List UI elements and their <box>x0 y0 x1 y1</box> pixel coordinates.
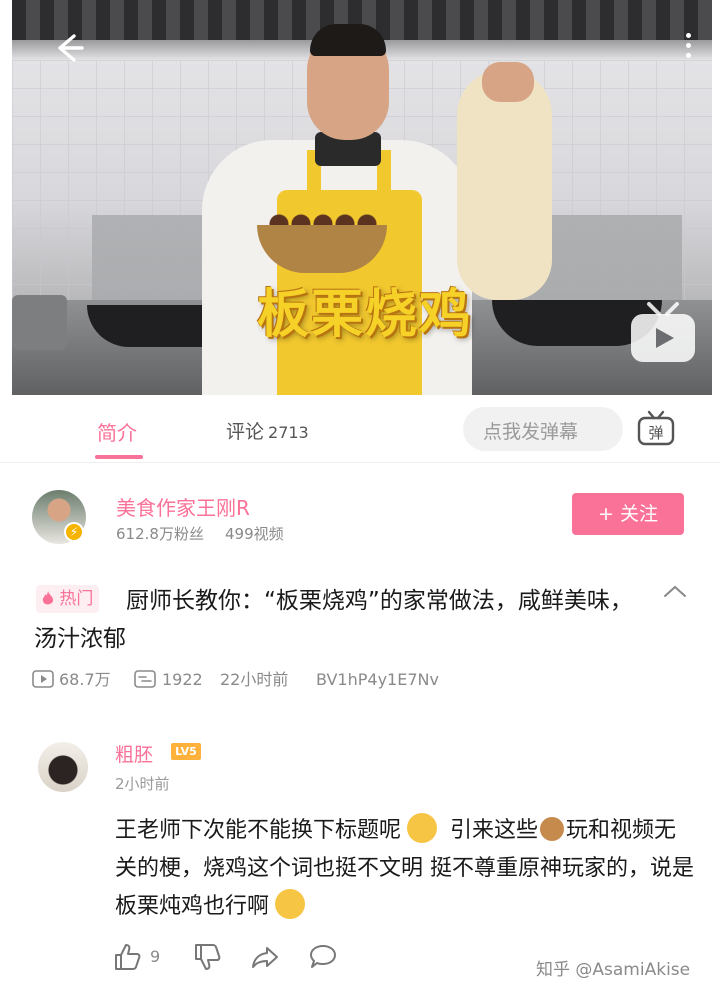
reply-bubble-icon[interactable] <box>308 942 338 972</box>
commenter-avatar[interactable] <box>38 742 88 792</box>
danmaku-count: 1922 <box>162 670 203 689</box>
follow-button[interactable]: + 关注 <box>572 493 684 535</box>
zhihu-watermark: 知乎 @AsamiAkise <box>536 960 691 980</box>
pot <box>12 295 67 350</box>
view-count: 68.7万 <box>59 670 111 689</box>
monkey-emoji-icon <box>540 817 565 841</box>
flame-icon <box>42 591 54 605</box>
uploader-videos: 499视频 <box>225 525 284 543</box>
more-options-icon[interactable] <box>676 28 700 68</box>
comment-time: 2小时前 <box>115 775 170 793</box>
hand <box>482 62 534 102</box>
awkward-smile-emoji-icon <box>275 889 306 919</box>
comment-text-part2: 引来这些 <box>443 818 539 843</box>
danmaku-button-label: 弹 <box>648 424 663 442</box>
hot-badge: 热门 <box>36 585 100 613</box>
dislike-thumbs-down-icon[interactable] <box>192 942 222 972</box>
comment-text-part1: 王老师下次能不能换下标题呢 <box>115 818 402 843</box>
tab-intro[interactable]: 简介 <box>97 417 137 446</box>
video-description: 厨师长教你：“板栗烧鸡”的家常做法，咸鲜美味，汤汁浓郁 <box>34 588 633 652</box>
level-badge: LV5 <box>171 743 201 760</box>
tab-comments[interactable]: 评论 2713 <box>226 417 309 444</box>
danmaku-toggle-icon[interactable]: 弹 <box>636 409 676 447</box>
like-thumbs-up-icon[interactable] <box>112 942 142 972</box>
uploader-name[interactable]: 美食作家王刚R <box>116 492 250 521</box>
raw-chicken <box>457 70 552 300</box>
video-title-overlay: 板栗烧鸡 <box>257 285 474 345</box>
share-arrow-icon[interactable] <box>250 942 280 972</box>
commenter-name[interactable]: 粗胚 <box>115 740 153 767</box>
chevron-up-icon[interactable] <box>662 582 688 602</box>
post-time: 22小时前 <box>220 670 289 689</box>
verified-lightning-icon: ⚡ <box>64 522 84 542</box>
video-detail-page: 板栗烧鸡 简介 评论 2713 点我发弹幕 弹 ⚡ 美食作家王刚R 612.8万… <box>0 0 720 994</box>
bvid: BV1hP4y1E7Nv <box>316 670 439 689</box>
hot-badge-label: 热门 <box>59 589 94 609</box>
comment-text: 王老师下次能不能换下标题呢 引来这些 玩和视频无关的梗，烧鸡这个词也挺不文明 挺不… <box>115 812 695 926</box>
annoyed-emoji-icon <box>407 813 438 843</box>
danmaku-input[interactable]: 点我发弹幕 <box>463 407 623 451</box>
back-arrow-icon[interactable] <box>48 28 88 68</box>
like-count: 9 <box>150 947 161 966</box>
danmaku-count-icon <box>134 668 156 692</box>
tab-comments-count: 2713 <box>268 423 309 442</box>
tab-bar: 简介 评论 2713 点我发弹幕 弹 <box>0 395 720 463</box>
active-tab-indicator <box>95 455 143 459</box>
uploader-fans: 612.8万粉丝 <box>116 525 204 543</box>
video-player[interactable]: 板栗烧鸡 <box>12 0 712 395</box>
bilibili-tv-icon <box>627 300 699 366</box>
play-count-icon <box>32 668 54 692</box>
tab-comments-label: 评论 <box>226 421 265 443</box>
